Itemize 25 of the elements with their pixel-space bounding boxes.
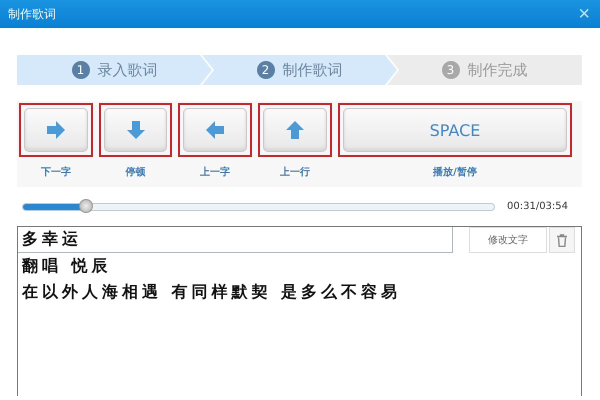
key-caption: 下一字: [41, 165, 71, 179]
arrow-icon: [284, 119, 306, 141]
step-number: 1: [72, 61, 90, 79]
arrow-icon: [45, 119, 67, 141]
trash-icon: [556, 234, 568, 246]
step-label: 录入歌词: [98, 60, 158, 80]
window-title: 制作歌词: [8, 6, 56, 22]
edit-text-button[interactable]: 修改文字: [469, 227, 547, 253]
arrow-icon: [124, 119, 146, 141]
lyric-line: 翻唱 悦辰: [20, 255, 113, 277]
key-caption: 上一字: [200, 165, 230, 179]
step-number: 2: [256, 61, 274, 79]
key-caption: 上一行: [280, 166, 310, 179]
lyric-line-field[interactable]: 多幸运: [18, 227, 453, 253]
slider-thumb[interactable]: [78, 198, 93, 212]
step-number: 3: [442, 61, 460, 79]
key-caption: 停顿: [126, 166, 146, 179]
key-caption: 播放/暂停: [433, 166, 477, 179]
time-label: 00:31/03:54: [507, 201, 568, 212]
step-label: 制作歌词: [282, 60, 342, 80]
delete-button[interactable]: [549, 227, 575, 253]
step-label: 制作完成: [468, 60, 528, 80]
lyric-line: 在以外人海相遇 有同样默契 是多么不容易: [20, 281, 402, 303]
arrow-icon: [204, 119, 226, 141]
space-key[interactable]: SPACE: [343, 108, 567, 152]
